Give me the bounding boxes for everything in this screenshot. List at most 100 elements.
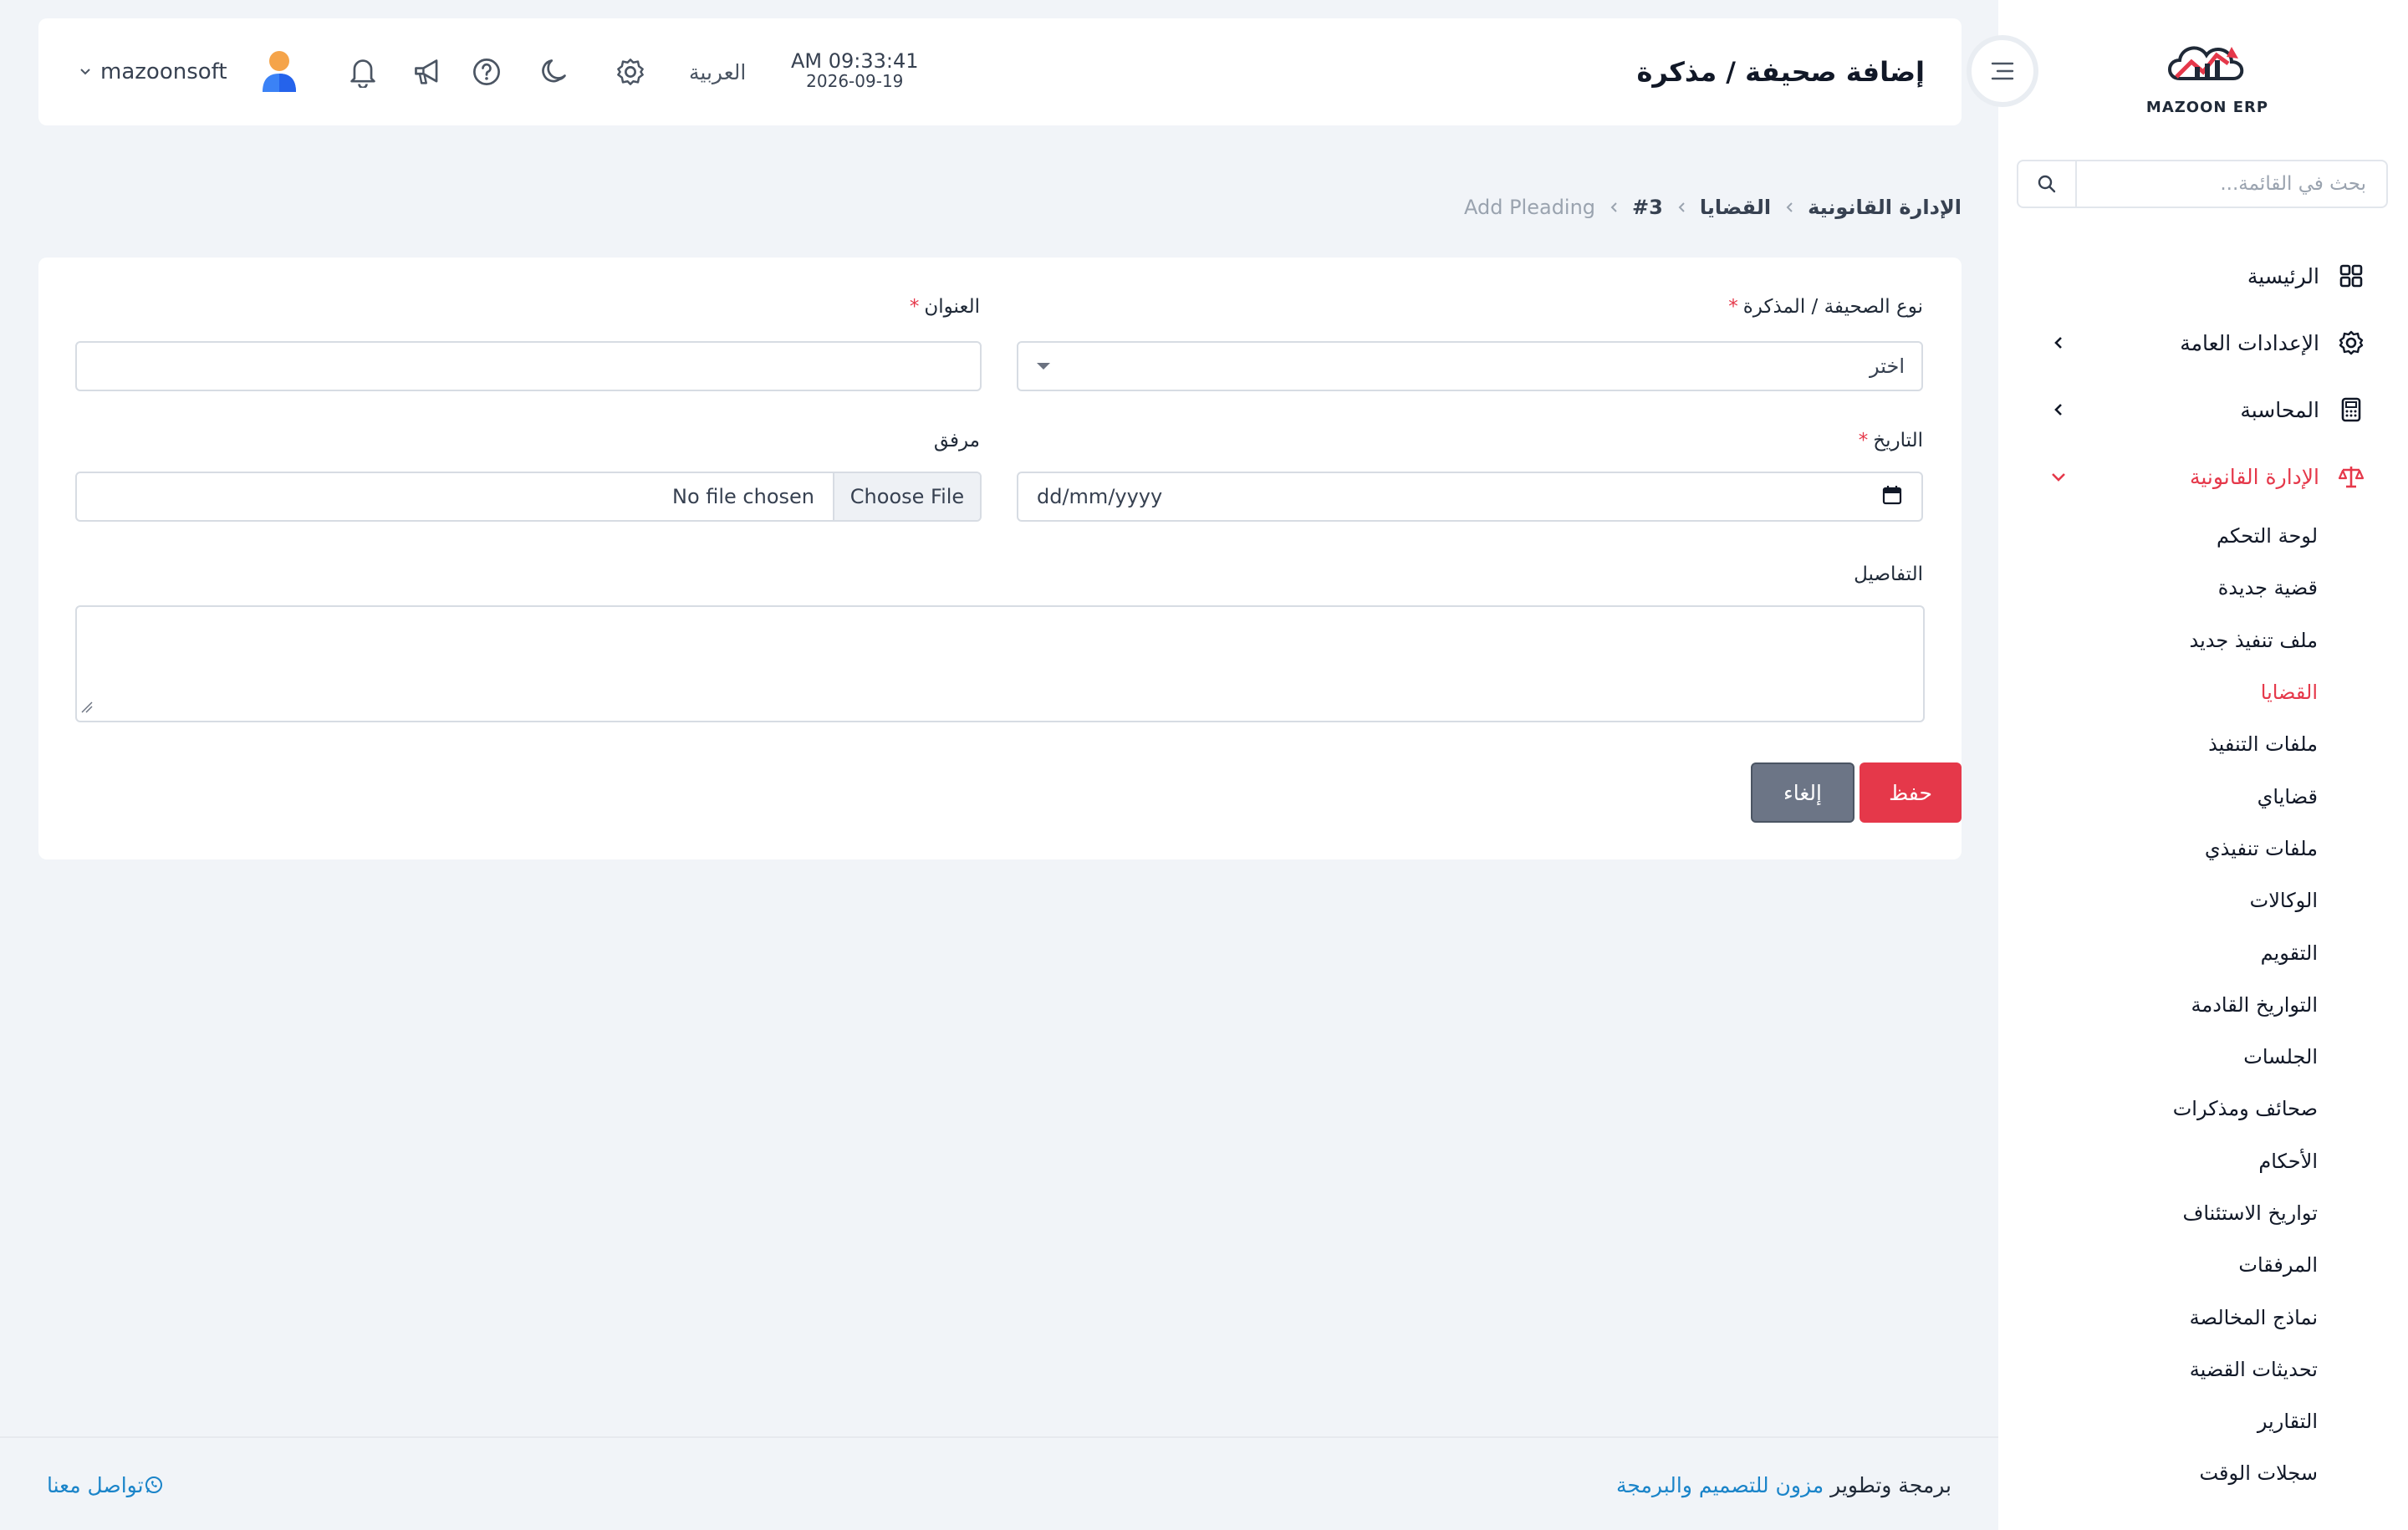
submenu-cases[interactable]: القضايا <box>1998 666 2408 718</box>
chevron-left-icon <box>1609 201 1619 214</box>
submenu-upcoming-dates[interactable]: التواريخ القادمة <box>1998 979 2408 1031</box>
attachment-label: مرفق <box>933 430 980 451</box>
top-header: إضافة صحيفة / مذكرة AM 09:33:41 2026-09-… <box>38 18 1962 125</box>
sidebar-item-label: المحاسبة <box>2240 397 2319 422</box>
search-button[interactable] <box>2018 161 2077 207</box>
breadcrumb-legal[interactable]: الإدارة القانونية <box>1808 196 1962 219</box>
attachment-file-input[interactable]: Choose File No file chosen <box>75 472 982 522</box>
submenu-time-logs[interactable]: سجلات الوقت <box>1998 1447 2408 1499</box>
whatsapp-icon <box>144 1475 164 1495</box>
cancel-button[interactable]: إلغاء <box>1751 762 1854 823</box>
sidebar-search <box>2017 160 2388 208</box>
calendar-icon[interactable] <box>1881 484 1903 509</box>
clock-time: AM 09:33:41 <box>791 49 919 73</box>
breadcrumb-case-number[interactable]: #3 <box>1632 196 1663 219</box>
contact-us-label: تواصل معنا <box>47 1472 144 1497</box>
footer-credit-prefix: برمجة وتطوير <box>1830 1472 1951 1497</box>
details-label: التفاصيل <box>1854 564 1923 585</box>
date-label: التاريخ* <box>1858 430 1923 451</box>
footer-credit: برمجة وتطوير مزون للتصميم والبرمجة <box>1616 1438 1951 1530</box>
chevron-left-icon <box>2042 335 2075 350</box>
submenu-judgments[interactable]: الأحكام <box>1998 1135 2408 1187</box>
megaphone-icon <box>415 59 438 84</box>
help-button[interactable] <box>470 55 503 89</box>
legal-submenu-wrapper: لوحة التحكم قضية جديدة ملف تنفيذ جديد ال… <box>1998 510 2408 1500</box>
submenu-new-case[interactable]: قضية جديدة <box>1998 562 2408 614</box>
breadcrumb-cases[interactable]: القضايا <box>1700 196 1771 219</box>
bell-icon <box>350 59 375 88</box>
sidebar-item-accounting[interactable]: المحاسبة <box>1998 376 2408 443</box>
pleading-type-select[interactable]: اختر <box>1017 341 1923 391</box>
sidebar-item-general-settings[interactable]: الإعدادات العامة <box>1998 309 2408 376</box>
sidebar-item-home[interactable]: الرئيسية <box>1998 242 2408 309</box>
clock: AM 09:33:41 2026-09-19 <box>791 49 919 92</box>
chevron-down-icon <box>79 66 92 78</box>
sidebar-toggle-button[interactable] <box>1967 35 2038 107</box>
required-mark: * <box>1728 296 1738 318</box>
chevron-left-icon <box>1676 201 1686 214</box>
submenu-calendar[interactable]: التقويم <box>1998 926 2408 978</box>
submenu-case-updates[interactable]: تحديثات القضية <box>1998 1344 2408 1395</box>
chevron-left-icon <box>2042 402 2075 417</box>
submenu-power-of-attorney[interactable]: الوكالات <box>1998 875 2408 926</box>
title-label: العنوان* <box>909 296 980 318</box>
chevron-left-icon <box>1784 201 1794 214</box>
moon-icon <box>542 59 566 83</box>
sidebar: MAZOON ERP بحث في القائمة... الرئيسية ال… <box>1998 0 2408 1530</box>
footer-brand-link[interactable]: مزون للتصميم والبرمجة <box>1616 1473 1824 1497</box>
sidebar-item-label: الإعدادات العامة <box>2180 330 2319 355</box>
submenu-hearings[interactable]: الجلسات <box>1998 1031 2408 1083</box>
logo[interactable]: MAZOON ERP <box>2124 30 2291 122</box>
choose-file-button[interactable]: Choose File <box>833 473 980 520</box>
submenu-dashboard[interactable]: لوحة التحكم <box>1998 510 2408 562</box>
sidebar-item-label: الرئيسية <box>2247 263 2319 288</box>
sidebar-item-legal[interactable]: الإدارة القانونية <box>1998 443 2408 510</box>
submenu-new-execution-file[interactable]: ملف تنفيذ جديد <box>1998 615 2408 666</box>
settings-button[interactable] <box>614 55 647 89</box>
dark-mode-toggle[interactable] <box>537 55 570 89</box>
file-status: No file chosen <box>671 485 814 508</box>
submenu-my-cases[interactable]: قضاياي <box>1998 770 2408 822</box>
sidebar-item-label: الإدارة القانونية <box>2189 464 2319 489</box>
sidebar-menu: الرئيسية الإعدادات العامة المحاسبة الإدا… <box>1998 242 2408 1500</box>
caret-down-icon <box>1035 359 1052 375</box>
clock-date: 2026-09-19 <box>806 71 904 92</box>
required-mark: * <box>909 296 920 318</box>
submenu-execution-files[interactable]: ملفات التنفيذ <box>1998 718 2408 770</box>
submenu-attachments[interactable]: المرفقات <box>1998 1239 2408 1291</box>
grid-icon <box>2336 261 2366 291</box>
notifications-button[interactable] <box>346 55 380 89</box>
username: mazoonsoft <box>100 59 227 84</box>
breadcrumb: الإدارة القانونية القضايا #3 Add Pleadin… <box>1464 191 1962 224</box>
scale-icon <box>2336 462 2366 492</box>
legal-submenu: لوحة التحكم قضية جديدة ملف تنفيذ جديد ال… <box>1998 510 2408 1500</box>
submenu-pleadings[interactable]: صحائف ومذكرات <box>1998 1083 2408 1135</box>
breadcrumb-current: Add Pleading <box>1463 196 1596 219</box>
sidebar-search-input[interactable] <box>2077 161 2386 207</box>
resize-grip-icon[interactable] <box>80 701 94 717</box>
menu-toggle-icon <box>1991 62 2014 80</box>
calculator-icon <box>2336 395 2366 425</box>
user-menu[interactable]: mazoonsoft <box>79 18 299 125</box>
pleading-type-value: اختر <box>1870 354 1905 378</box>
title-input[interactable] <box>75 341 982 391</box>
required-mark: * <box>1858 430 1869 451</box>
submenu-settlement-forms[interactable]: نماذج المخالصة <box>1998 1291 2408 1343</box>
announcements-button[interactable] <box>411 55 445 89</box>
avatar-icon <box>262 51 296 92</box>
save-button[interactable]: حفظ <box>1860 762 1962 823</box>
logo-text: MAZOON ERP <box>2145 98 2269 116</box>
submenu-reports[interactable]: التقارير <box>1998 1395 2408 1447</box>
date-input[interactable]: dd/mm/yyyy <box>1017 472 1923 522</box>
details-textarea[interactable] <box>75 605 1925 722</box>
footer: برمجة وتطوير مزون للتصميم والبرمجة تواصل… <box>0 1436 1998 1530</box>
submenu-appeal-dates[interactable]: تواريخ الاستئناف <box>1998 1187 2408 1239</box>
date-value: dd/mm/yyyy <box>1037 485 1163 508</box>
language-switcher[interactable]: العربية <box>689 18 746 125</box>
contact-us-link[interactable]: تواصل معنا <box>47 1438 174 1530</box>
app-root: MAZOON ERP بحث في القائمة... الرئيسية ال… <box>0 0 2408 1530</box>
submenu-my-execution-files[interactable]: ملفات تنفيذي <box>1998 823 2408 875</box>
page-title: إضافة صحيفة / مذكرة <box>1636 56 1925 88</box>
logo-cloud-icon <box>2168 46 2244 80</box>
avatar <box>259 48 299 95</box>
